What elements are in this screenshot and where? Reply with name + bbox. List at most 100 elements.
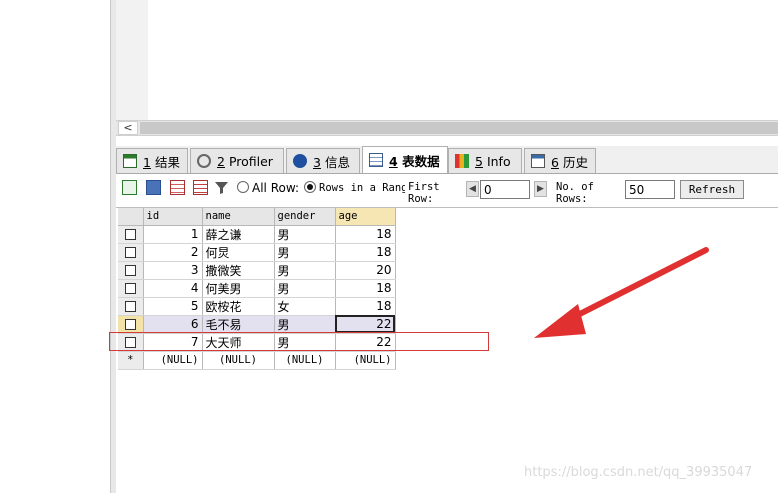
- grid-header-row: id name gender age: [118, 208, 396, 226]
- tab-info-label: Info: [486, 153, 511, 169]
- scroll-left-arrow-icon[interactable]: <: [118, 121, 138, 135]
- cell-age[interactable]: 18: [335, 297, 396, 316]
- annotation-arrow: [534, 247, 709, 338]
- row-checkbox-cell[interactable]: [118, 261, 144, 280]
- cell-id[interactable]: 1: [143, 225, 203, 244]
- tab-info-cn[interactable]: 3 信息: [286, 148, 360, 173]
- row-checkbox[interactable]: [124, 301, 136, 312]
- cell-age[interactable]: 18: [335, 279, 396, 298]
- cell-name[interactable]: 薛之谦: [202, 225, 275, 244]
- cell-age-focused[interactable]: 22: [335, 315, 396, 334]
- row-checkbox-cell[interactable]: [118, 297, 144, 316]
- table-row[interactable]: 5 欧桉花 女 18: [118, 297, 396, 316]
- tab-history[interactable]: 6 历史: [524, 148, 596, 173]
- calendar-history-icon: [531, 154, 545, 168]
- cell-id[interactable]: 2: [143, 243, 203, 262]
- filter-icon[interactable]: [214, 180, 229, 195]
- cell-gender[interactable]: 女: [274, 297, 336, 316]
- row-checkbox[interactable]: [124, 319, 136, 330]
- row-checkbox[interactable]: [124, 229, 136, 240]
- cell-gender[interactable]: 男: [274, 243, 336, 262]
- save-icon[interactable]: [146, 180, 161, 195]
- cell-gender[interactable]: 男: [274, 315, 336, 334]
- tab-profiler-label: Profiler: [228, 153, 273, 169]
- table-row[interactable]: 2 何炅 男 18: [118, 243, 396, 262]
- row-checkbox-cell[interactable]: [118, 279, 144, 298]
- tab-info[interactable]: 5 Info: [448, 148, 522, 173]
- tab-profiler[interactable]: 2 Profiler: [190, 148, 284, 173]
- row-checkbox[interactable]: [124, 283, 136, 294]
- row-selector-header[interactable]: [118, 208, 144, 226]
- tab-result-num: 1: [143, 154, 151, 170]
- table-row[interactable]: 3 撒微笑 男 20: [118, 261, 396, 280]
- tab-result-label: 结果: [154, 154, 180, 170]
- cell-null-age[interactable]: (NULL): [335, 351, 396, 370]
- cell-null-name[interactable]: (NULL): [202, 351, 275, 370]
- cell-id[interactable]: 6: [143, 315, 203, 334]
- scrollbar-thumb[interactable]: [140, 122, 778, 134]
- tab-profiler-num: 2: [217, 153, 225, 169]
- tab-info-cn-num: 3: [313, 154, 321, 170]
- radio-all-rows-label: All Row:: [252, 181, 300, 195]
- annotation-highlight-box: [109, 332, 489, 351]
- profiler-icon: [197, 154, 211, 168]
- column-header-age[interactable]: age: [335, 208, 396, 226]
- cell-gender[interactable]: 男: [274, 279, 336, 298]
- tab-table-data[interactable]: 4 表数据: [362, 146, 448, 173]
- cell-null-gender[interactable]: (NULL): [274, 351, 336, 370]
- tab-info-cn-label: 信息: [324, 154, 350, 170]
- first-row-label-line2: Row:: [408, 193, 434, 205]
- tab-info-num: 5: [475, 153, 483, 169]
- table-row-selected[interactable]: 6 毛不易 男 22: [118, 315, 396, 334]
- cell-id[interactable]: 3: [143, 261, 203, 280]
- cell-gender[interactable]: 男: [274, 261, 336, 280]
- insert-row-icon[interactable]: [122, 180, 137, 195]
- column-header-name[interactable]: name: [202, 208, 275, 226]
- cell-name[interactable]: 毛不易: [202, 315, 275, 334]
- cell-age[interactable]: 18: [335, 225, 396, 244]
- cell-age[interactable]: 18: [335, 243, 396, 262]
- column-header-gender[interactable]: gender: [274, 208, 336, 226]
- cell-name[interactable]: 何炅: [202, 243, 275, 262]
- refresh-button[interactable]: Refresh: [680, 180, 744, 199]
- row-checkbox-cell[interactable]: [118, 315, 144, 334]
- rows-count-input[interactable]: [625, 180, 675, 199]
- chart-info-icon: [455, 154, 469, 168]
- first-row-input[interactable]: [480, 180, 530, 199]
- row-checkbox[interactable]: [124, 247, 136, 258]
- tab-result[interactable]: 1 结果: [116, 148, 188, 173]
- cell-gender[interactable]: 男: [274, 225, 336, 244]
- rows-count-label: No. of Rows:: [556, 181, 594, 205]
- first-row-label: First Row:: [408, 181, 440, 205]
- next-page-button[interactable]: ▶: [534, 181, 547, 197]
- tab-table-data-label: 表数据: [402, 153, 440, 169]
- tab-history-num: 6: [551, 154, 559, 170]
- cell-name[interactable]: 撒微笑: [202, 261, 275, 280]
- row-checkbox-cell[interactable]: [118, 225, 144, 244]
- cell-name[interactable]: 欧桉花: [202, 297, 275, 316]
- radio-all-rows[interactable]: [237, 181, 249, 193]
- cancel-changes-icon[interactable]: [193, 180, 208, 195]
- cell-null-id[interactable]: (NULL): [143, 351, 203, 370]
- row-checkbox[interactable]: [124, 265, 136, 276]
- rows-count-label-line2: Rows:: [556, 193, 588, 205]
- new-row[interactable]: * (NULL) (NULL) (NULL) (NULL): [118, 351, 396, 370]
- cell-name[interactable]: 何美男: [202, 279, 275, 298]
- grid-result-icon: [123, 154, 137, 168]
- column-header-id[interactable]: id: [143, 208, 203, 226]
- delete-row-icon[interactable]: [170, 180, 185, 195]
- table-row[interactable]: 1 薛之谦 男 18: [118, 225, 396, 244]
- cell-id[interactable]: 4: [143, 279, 203, 298]
- rows-count-label-line1: No. of: [556, 181, 594, 193]
- table-row[interactable]: 4 何美男 男 18: [118, 279, 396, 298]
- prev-page-button[interactable]: ◀: [466, 181, 479, 197]
- left-pane: [0, 0, 110, 493]
- table-data-icon: [369, 153, 383, 167]
- new-row-marker: *: [118, 351, 144, 370]
- row-checkbox-cell[interactable]: [118, 243, 144, 262]
- cell-age[interactable]: 20: [335, 261, 396, 280]
- radio-rows-in-range[interactable]: [304, 181, 316, 193]
- query-editor[interactable]: [116, 0, 778, 120]
- cell-id[interactable]: 5: [143, 297, 203, 316]
- info-icon: [293, 154, 307, 168]
